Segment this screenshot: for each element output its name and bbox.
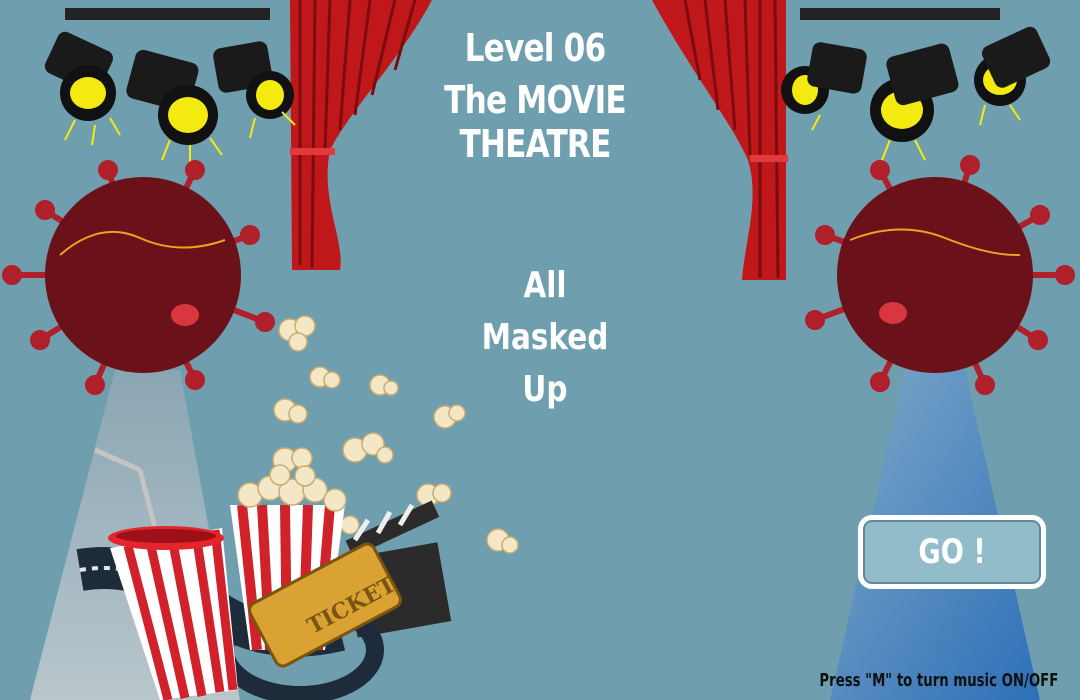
popcorn-icon: [340, 515, 360, 535]
popcorn-icon: [309, 366, 341, 389]
subtitle-line: Masked: [481, 317, 609, 358]
go-button[interactable]: GO !: [858, 515, 1046, 589]
level-subtitle: All Masked Up: [459, 260, 631, 416]
popcorn-icon: [369, 374, 399, 396]
game-scene: TICKET Level 06 The MOVIE THEATRE All Ma…: [0, 0, 1080, 700]
subtitle-line: Up: [522, 369, 568, 410]
popcorn-icon: [278, 315, 316, 352]
popcorn-icon: [273, 398, 308, 424]
subtitle-line: All: [523, 265, 567, 306]
popcorn-icon: [416, 483, 452, 507]
popcorn-icon: [486, 528, 519, 554]
music-toggle-hint: Press "M" to turn music ON/OFF: [819, 670, 1058, 691]
level-name: The MOVIE THEATRE: [444, 78, 627, 166]
popcorn-icon: [342, 432, 394, 464]
go-button-label: GO !: [918, 532, 986, 572]
level-label: Level 06: [464, 26, 607, 70]
